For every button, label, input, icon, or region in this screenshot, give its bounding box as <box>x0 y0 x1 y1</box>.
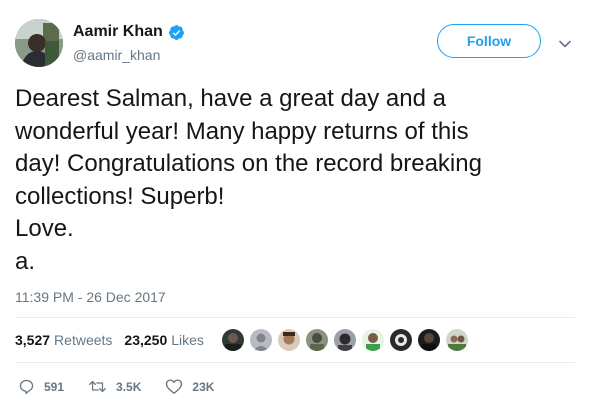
tweet-text-line: Dearest Salman, have a great day and a <box>15 85 446 112</box>
author-avatar[interactable] <box>15 19 63 67</box>
like-action[interactable]: 23K <box>165 378 214 395</box>
retweets-count: 3,527 <box>15 332 51 348</box>
retweet-count: 3.5K <box>116 379 142 394</box>
tweet-text-line: collections! Superb! <box>15 182 225 210</box>
liker-avatar[interactable] <box>360 327 386 353</box>
tweet-card: Aamir Khan @aamir_khan Follow Dearest Sa… <box>0 0 613 415</box>
liker-avatar[interactable] <box>220 327 246 353</box>
like-count: 23K <box>192 379 215 394</box>
tweet-text-line: day! Congratulations on the record break… <box>15 150 482 177</box>
author-name-row: Aamir Khan <box>73 23 185 41</box>
reply-action[interactable]: 591 <box>18 378 64 395</box>
liker-avatar[interactable] <box>416 327 442 353</box>
reply-count: 591 <box>44 379 65 394</box>
tweet-text-line: wonderful year! Many happy returns of th… <box>15 117 469 145</box>
tweet-actions: 591 3.5K 23K <box>18 378 238 395</box>
tweet-text-line: a. <box>15 247 36 275</box>
tweet-text-line: Love. <box>15 215 74 242</box>
verified-badge-icon <box>168 24 185 41</box>
divider <box>15 317 575 318</box>
liker-avatar[interactable] <box>332 327 358 353</box>
tweet-text: Dearest Salman, have a great day and a w… <box>15 83 590 278</box>
likes-count: 23,250 <box>124 332 168 348</box>
liker-avatar[interactable] <box>444 327 470 353</box>
chevron-down-icon[interactable] <box>557 36 573 52</box>
likes-label: Likes <box>171 332 204 348</box>
retweet-action[interactable]: 3.5K <box>88 378 141 395</box>
liker-avatar[interactable] <box>276 327 302 353</box>
heart-icon <box>166 379 183 394</box>
tweet-timestamp[interactable]: 11:39 PM - 26 Dec 2017 <box>15 289 166 305</box>
reply-icon <box>19 379 34 395</box>
retweets-label: Retweets <box>54 332 113 348</box>
liker-avatar[interactable] <box>248 327 274 353</box>
liker-avatar[interactable] <box>388 327 414 353</box>
liker-avatar[interactable] <box>304 327 330 353</box>
author-handle[interactable]: @aamir_khan <box>73 47 160 63</box>
liker-avatars <box>220 327 472 353</box>
tweet-stats: 3,527 Retweets 23,250 Likes <box>15 332 204 348</box>
follow-button[interactable]: Follow <box>437 24 541 58</box>
likes-stat[interactable]: 23,250 Likes <box>124 332 204 348</box>
author-display-name[interactable]: Aamir Khan <box>73 23 163 41</box>
retweets-stat[interactable]: 3,527 Retweets <box>15 332 112 348</box>
retweet-icon <box>89 380 106 393</box>
divider <box>15 362 575 363</box>
